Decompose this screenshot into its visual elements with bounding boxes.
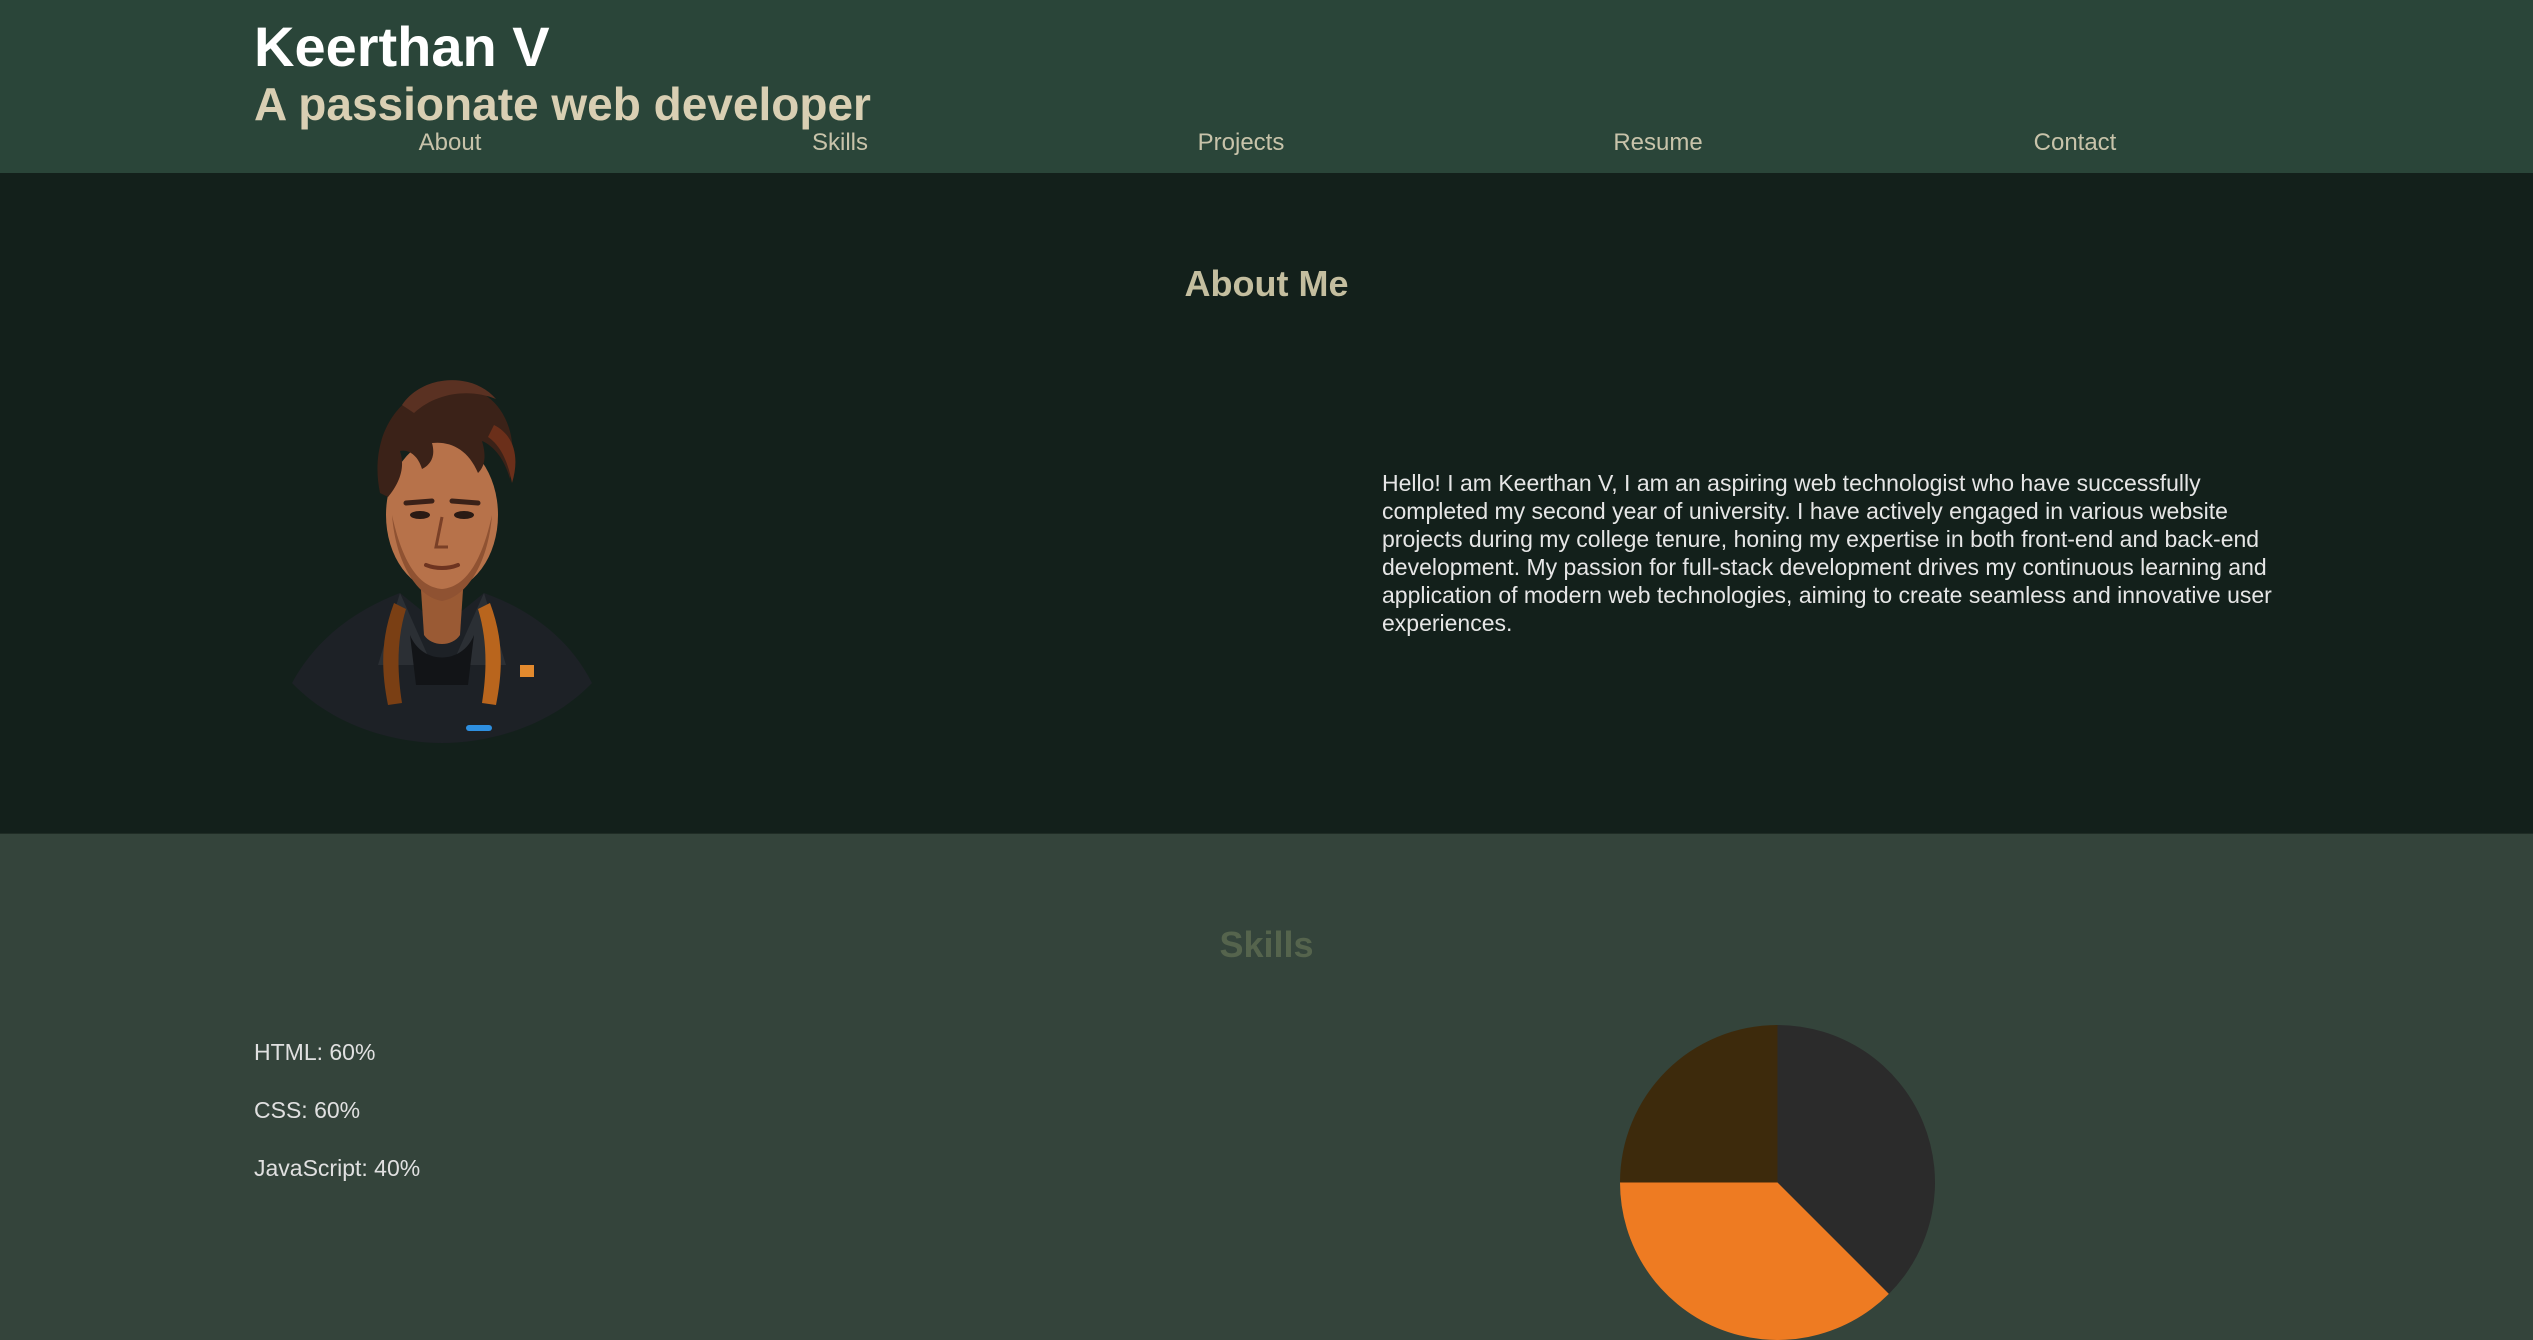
nav-about[interactable]: About (419, 128, 482, 158)
nav-contact[interactable]: Contact (2034, 128, 2117, 158)
site-title: Keerthan V (254, 14, 550, 80)
skill-value: 60% (329, 1039, 375, 1065)
skill-css: CSS: 60% (254, 1096, 360, 1124)
skill-label: JavaScript: (254, 1155, 368, 1181)
nav-projects[interactable]: Projects (1198, 128, 1285, 158)
skills-heading: Skills (0, 924, 2533, 966)
skill-value: 40% (374, 1155, 420, 1181)
pie-slice-javascript (1620, 1025, 1778, 1183)
skill-label: CSS: (254, 1097, 308, 1123)
skill-javascript: JavaScript: 40% (254, 1154, 420, 1182)
skill-label: HTML: (254, 1039, 323, 1065)
nav-skills[interactable]: Skills (812, 128, 868, 158)
skill-value: 60% (314, 1097, 360, 1123)
about-heading: About Me (0, 263, 2533, 305)
skill-html: HTML: 60% (254, 1038, 375, 1066)
nav-resume[interactable]: Resume (1613, 128, 1702, 158)
site-subtitle: A passionate web developer (254, 76, 871, 132)
site-header: Keerthan V A passionate web developer Ab… (0, 0, 2533, 173)
profile-portrait-image (282, 365, 602, 745)
about-section: About Me Hello! I am Keerthan V, I am an… (0, 173, 2533, 833)
skills-section: Skills HTML: 60% CSS: 60% JavaScript: 40… (0, 833, 2533, 1184)
about-description: Hello! I am Keerthan V, I am an aspiring… (1382, 469, 2280, 637)
